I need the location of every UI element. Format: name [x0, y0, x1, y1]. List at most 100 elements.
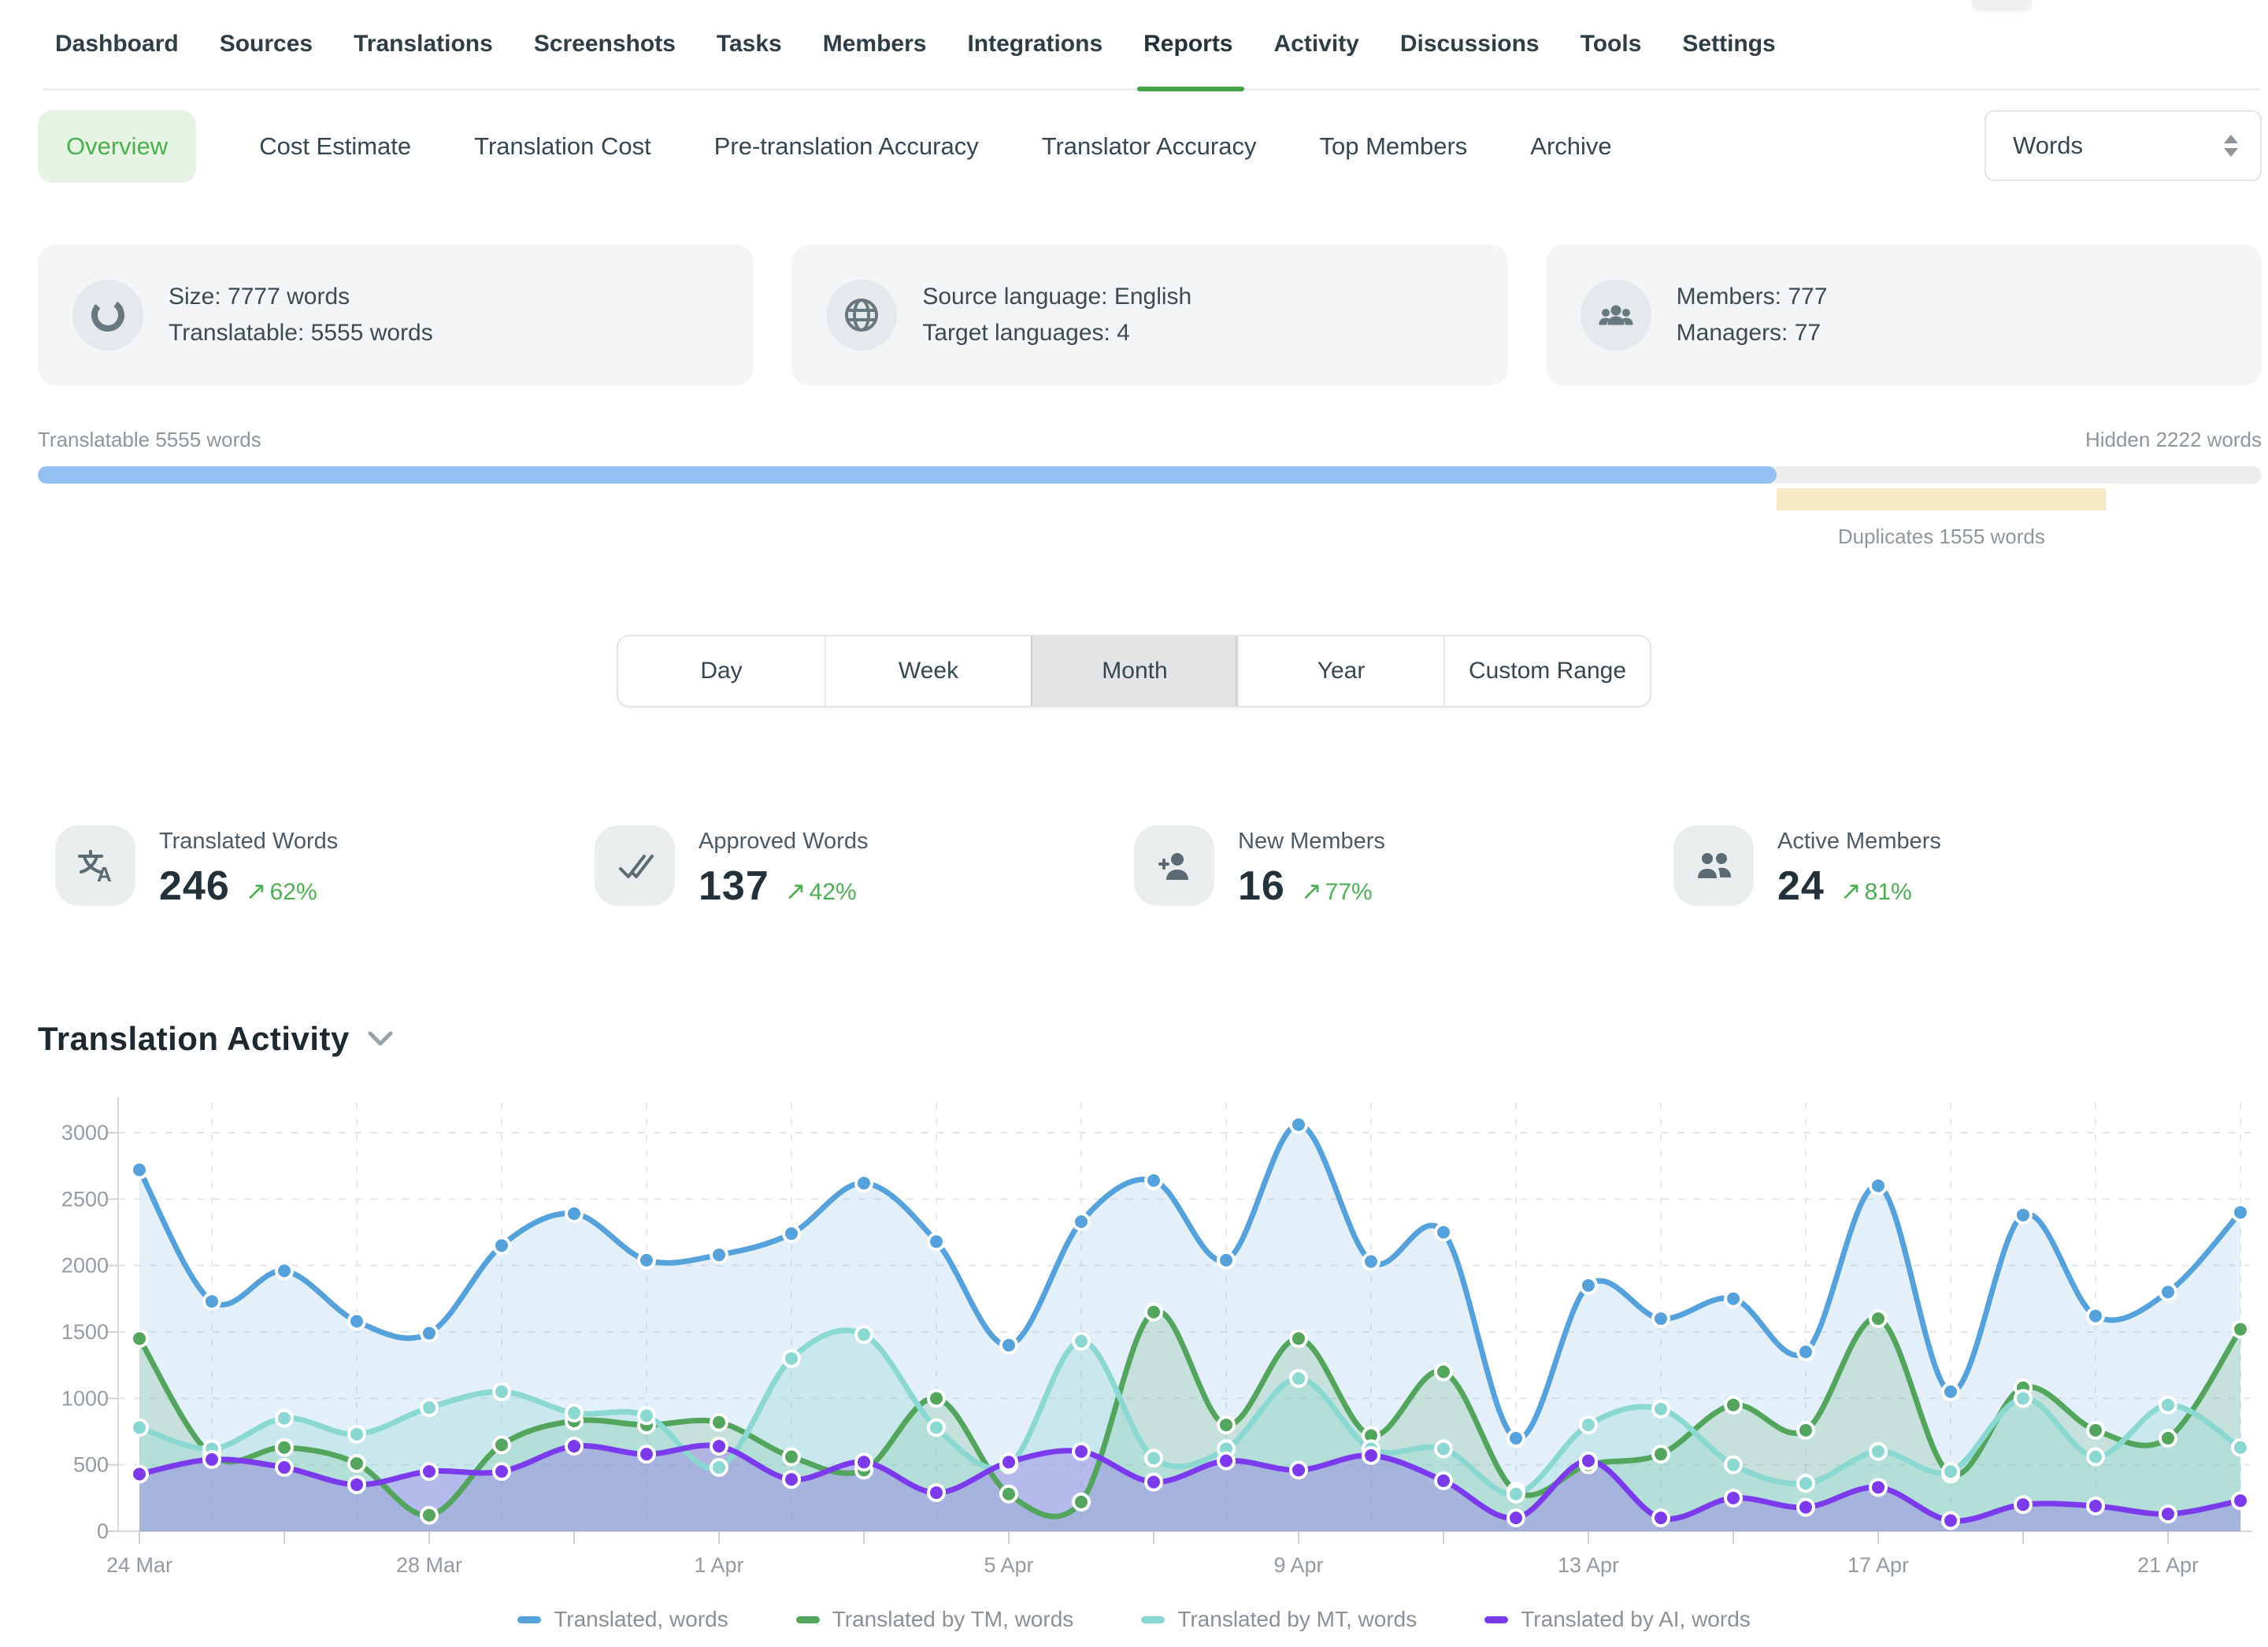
active-tab-underline — [1137, 87, 1243, 91]
nav-item-integrations[interactable]: Integrations — [967, 31, 1102, 57]
members-count-line: Members: 777 — [1677, 279, 1828, 315]
double-check-icon — [595, 825, 675, 906]
legend-translated-mt[interactable]: Translated by MT, words — [1141, 1607, 1417, 1632]
translatable-fill — [38, 466, 1777, 484]
svg-text:500: 500 — [73, 1453, 109, 1477]
legend-translated-ai[interactable]: Translated by AI, words — [1484, 1607, 1751, 1632]
translatable-words-label: Translatable 5555 words — [38, 428, 261, 452]
tab-top-members[interactable]: Top Members — [1319, 132, 1467, 161]
svg-text:9 Apr: 9 Apr — [1273, 1553, 1323, 1577]
tab-cost-estimate[interactable]: Cost Estimate — [259, 132, 411, 161]
svg-text:2000: 2000 — [61, 1254, 109, 1278]
languages-card: Source language: English Target language… — [791, 244, 1507, 386]
range-week[interactable]: Week — [825, 636, 1031, 706]
nav-item-dashboard[interactable]: Dashboard — [55, 31, 179, 57]
stat-value: 137 — [699, 862, 769, 910]
svg-text:A: A — [97, 862, 112, 886]
duplicates-label: Duplicates 1555 words — [1838, 525, 2045, 549]
tab-overview[interactable]: Overview — [38, 110, 196, 183]
legend-dash-icon — [1141, 1616, 1165, 1623]
svg-text:1000: 1000 — [61, 1386, 109, 1410]
date-range-switcher: Day Week Month Year Custom Range — [617, 635, 1651, 707]
tab-translation-cost[interactable]: Translation Cost — [474, 132, 651, 161]
stat-label: Translated Words — [159, 829, 338, 855]
approved-words-stat: Approved Words 137 ↗42% — [595, 825, 1134, 910]
legend-translated-tm[interactable]: Translated by TM, words — [796, 1607, 1074, 1632]
translation-activity-chart[interactable]: 05001000150020002500300024 Mar28 Mar1 Ap… — [0, 1067, 2268, 1619]
svg-text:2500: 2500 — [61, 1187, 109, 1211]
trend-up-icon: ↗ — [246, 877, 267, 905]
legend-dash-icon — [796, 1616, 820, 1623]
tab-archive[interactable]: Archive — [1530, 132, 1611, 161]
svg-text:5 Apr: 5 Apr — [984, 1553, 1033, 1577]
nav-item-reports[interactable]: Reports — [1143, 31, 1232, 57]
new-members-stat: New Members 16 ↗77% — [1134, 825, 1673, 910]
translated-words-stat: A Translated Words 246 ↗62% — [55, 825, 595, 910]
svg-text:0: 0 — [97, 1519, 109, 1543]
members-card: Members: 777 Managers: 77 — [1546, 244, 2262, 386]
legend-label: Translated by TM, words — [832, 1607, 1074, 1632]
nav-item-tasks[interactable]: Tasks — [717, 31, 782, 57]
trend-up-icon: ↗ — [785, 877, 806, 905]
trend-up-icon: ↗ — [1840, 877, 1862, 905]
stat-value: 246 — [159, 862, 230, 910]
globe-icon — [826, 280, 897, 351]
svg-text:1500: 1500 — [61, 1320, 109, 1344]
members-icon — [1581, 280, 1651, 351]
nav-item-screenshots[interactable]: Screenshots — [534, 31, 676, 57]
stat-label: Active Members — [1777, 829, 1941, 855]
nav-item-sources[interactable]: Sources — [220, 31, 313, 57]
legend-translated[interactable]: Translated, words — [517, 1607, 728, 1632]
words-capacity-bar: Translatable 5555 words Hidden 2222 word… — [38, 428, 2262, 510]
nav-item-activity[interactable]: Activity — [1274, 31, 1359, 57]
stat-delta: 81% — [1865, 879, 1912, 905]
tab-translator-accuracy[interactable]: Translator Accuracy — [1042, 132, 1257, 161]
stat-value: 16 — [1238, 862, 1285, 910]
section-title: Translation Activity — [38, 1020, 350, 1058]
project-translatable-line: Translatable: 5555 words — [169, 315, 433, 351]
svg-text:1 Apr: 1 Apr — [694, 1553, 743, 1577]
source-language-line: Source language: English — [922, 279, 1191, 315]
kpi-stats: A Translated Words 246 ↗62% Approved Wor… — [55, 825, 2213, 910]
legend-dash-icon — [1484, 1616, 1508, 1623]
select-arrows-icon — [2224, 135, 2238, 157]
report-tabs: Overview Cost Estimate Translation Cost … — [38, 110, 2262, 183]
range-day[interactable]: Day — [618, 636, 825, 706]
nav-item-settings[interactable]: Settings — [1682, 31, 1775, 57]
translate-icon: A — [55, 825, 135, 906]
nav-item-members[interactable]: Members — [823, 31, 927, 57]
people-icon — [1673, 825, 1754, 906]
translation-activity-header[interactable]: Translation Activity — [38, 1020, 394, 1058]
popover-remnant — [1972, 0, 2032, 9]
active-members-stat: Active Members 24 ↗81% — [1673, 825, 2213, 910]
nav-item-translations[interactable]: Translations — [354, 31, 493, 57]
svg-text:24 Mar: 24 Mar — [106, 1553, 172, 1577]
unit-select[interactable]: Words — [1984, 110, 2262, 181]
legend-label: Translated by AI, words — [1521, 1607, 1751, 1632]
svg-text:21 Apr: 21 Apr — [2137, 1553, 2199, 1577]
summary-cards: Size: 7777 words Translatable: 5555 word… — [38, 244, 2262, 386]
managers-count-line: Managers: 77 — [1677, 315, 1828, 351]
stat-label: New Members — [1238, 829, 1385, 855]
stat-delta: 42% — [810, 879, 857, 905]
stat-delta: 62% — [270, 879, 317, 905]
nav-item-discussions[interactable]: Discussions — [1400, 31, 1540, 57]
unit-select-value: Words — [2013, 132, 2083, 160]
person-add-icon — [1134, 825, 1214, 906]
trend-up-icon: ↗ — [1301, 877, 1322, 905]
stat-value: 24 — [1777, 862, 1825, 910]
stat-delta: 77% — [1325, 879, 1373, 905]
legend-label: Translated by MT, words — [1177, 1607, 1417, 1632]
range-month[interactable]: Month — [1031, 636, 1237, 706]
chevron-down-icon[interactable] — [367, 1030, 394, 1048]
progress-ring-icon — [72, 280, 143, 351]
top-navigation: Dashboard Sources Translations Screensho… — [0, 0, 2268, 93]
stat-label: Approved Words — [699, 829, 868, 855]
legend-dash-icon — [517, 1616, 541, 1623]
range-year[interactable]: Year — [1237, 636, 1443, 706]
hidden-words-label: Hidden 2222 words — [2085, 428, 2262, 452]
tab-pre-translation-accuracy[interactable]: Pre-translation Accuracy — [714, 132, 979, 161]
range-custom[interactable]: Custom Range — [1443, 636, 1650, 706]
nav-item-tools[interactable]: Tools — [1581, 31, 1642, 57]
svg-text:13 Apr: 13 Apr — [1558, 1553, 1619, 1577]
